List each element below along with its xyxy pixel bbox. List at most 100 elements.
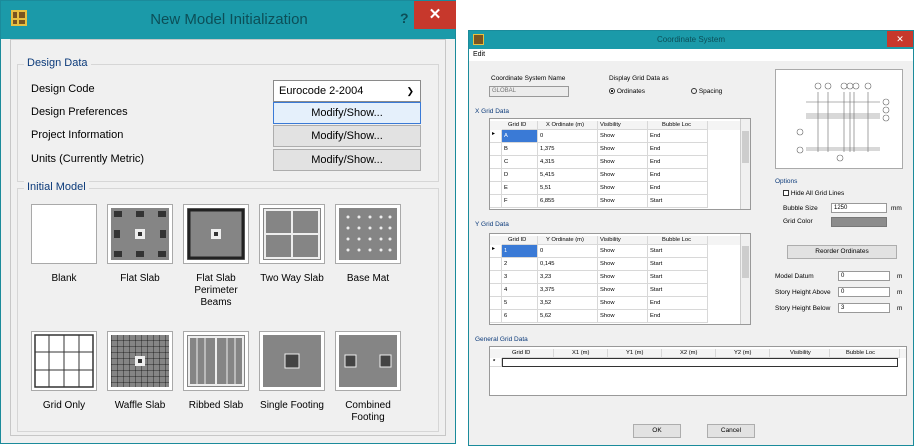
table-cell[interactable]: 3 xyxy=(502,271,538,284)
table-row[interactable]: 2 0,145 Show Start xyxy=(490,258,750,271)
table-cell[interactable]: C xyxy=(502,156,538,169)
single-footing-tile[interactable] xyxy=(259,331,325,391)
table-row[interactable]: 6 5,62 Show End xyxy=(490,310,750,323)
story-height-below-field[interactable]: 3 xyxy=(838,303,890,313)
table-cell[interactable]: Show xyxy=(598,182,648,195)
table-cell[interactable]: E xyxy=(502,182,538,195)
table-cell[interactable]: Start xyxy=(648,195,708,208)
flat-slab-perimeter-beams-tile[interactable] xyxy=(183,204,249,264)
table-cell[interactable]: Show xyxy=(598,258,648,271)
scroll-thumb[interactable] xyxy=(742,131,749,163)
radio-spacing[interactable]: Spacing xyxy=(691,87,722,96)
x-grid-scrollbar[interactable] xyxy=(740,119,750,209)
table-cell[interactable]: 0 xyxy=(538,245,598,258)
table-cell[interactable]: Show xyxy=(598,271,648,284)
table-cell[interactable]: A xyxy=(502,130,538,143)
table-cell[interactable]: 5,51 xyxy=(538,182,598,195)
row-selector[interactable] xyxy=(490,156,502,169)
table-cell[interactable]: Start xyxy=(648,258,708,271)
table-cell[interactable]: 1,375 xyxy=(538,143,598,156)
row-selector[interactable] xyxy=(490,271,502,284)
table-cell[interactable]: Show xyxy=(598,169,648,182)
row-selector[interactable] xyxy=(490,195,502,208)
table-row[interactable]: ▸ 1 0 Show Start xyxy=(490,245,750,258)
table-row[interactable]: F 6,855 Show Start xyxy=(490,195,750,208)
row-selector[interactable] xyxy=(490,169,502,182)
title-bar[interactable]: New Model Initialization ? ✕ xyxy=(1,1,456,39)
model-datum-field[interactable]: 0 xyxy=(838,271,890,281)
radio-ordinates[interactable]: Ordinates xyxy=(609,87,645,96)
table-cell[interactable]: 4,315 xyxy=(538,156,598,169)
combined-footing-tile[interactable] xyxy=(335,331,401,391)
table-cell[interactable]: 5,62 xyxy=(538,310,598,323)
flat-slab-tile[interactable] xyxy=(107,204,173,264)
table-cell[interactable]: Show xyxy=(598,245,648,258)
table-cell[interactable]: End xyxy=(648,310,708,323)
ok-button[interactable]: OK xyxy=(633,424,681,438)
table-row[interactable]: C 4,315 Show End xyxy=(490,156,750,169)
table-cell[interactable]: 5,415 xyxy=(538,169,598,182)
help-icon[interactable]: ? xyxy=(400,10,409,26)
project-information-button[interactable]: Modify/Show... xyxy=(273,125,421,147)
table-cell[interactable]: 3,52 xyxy=(538,297,598,310)
table-cell[interactable]: 4 xyxy=(502,284,538,297)
reorder-ordinates-button[interactable]: Reorder Ordinates xyxy=(787,245,897,259)
scroll-thumb[interactable] xyxy=(742,246,749,278)
cancel-button[interactable]: Cancel xyxy=(707,424,755,438)
table-cell[interactable]: Start xyxy=(648,245,708,258)
table-cell[interactable]: Show xyxy=(598,143,648,156)
table-row[interactable]: 5 3,52 Show End xyxy=(490,297,750,310)
new-row[interactable]: * xyxy=(490,358,906,367)
row-selector[interactable]: ▸ xyxy=(490,130,502,143)
table-cell[interactable]: 0 xyxy=(538,130,598,143)
table-cell[interactable]: End xyxy=(648,130,708,143)
table-cell[interactable]: Show xyxy=(598,310,648,323)
table-cell[interactable]: 1 xyxy=(502,245,538,258)
two-way-slab-tile[interactable] xyxy=(259,204,325,264)
base-mat-tile[interactable] xyxy=(335,204,401,264)
cs-name-field[interactable]: GLOBAL xyxy=(489,86,569,97)
row-selector[interactable] xyxy=(490,143,502,156)
table-cell[interactable]: Show xyxy=(598,195,648,208)
grid-only-tile[interactable] xyxy=(31,331,97,391)
table-cell[interactable]: 6 xyxy=(502,310,538,323)
table-cell[interactable]: Show xyxy=(598,297,648,310)
table-cell[interactable]: Start xyxy=(648,284,708,297)
table-cell[interactable]: End xyxy=(648,169,708,182)
table-cell[interactable]: 3,375 xyxy=(538,284,598,297)
row-selector[interactable] xyxy=(490,284,502,297)
table-cell[interactable]: End xyxy=(648,156,708,169)
table-cell[interactable]: 5 xyxy=(502,297,538,310)
row-selector[interactable] xyxy=(490,297,502,310)
y-grid-table[interactable]: Grid ID Y Ordinate (m) Visibility Bubble… xyxy=(489,233,751,325)
table-cell[interactable]: Show xyxy=(598,130,648,143)
waffle-slab-tile[interactable] xyxy=(107,331,173,391)
blank-model-tile[interactable] xyxy=(31,204,97,264)
table-cell[interactable]: 0,145 xyxy=(538,258,598,271)
title-bar-2[interactable]: Coordinate System ✕ xyxy=(469,31,913,49)
table-cell[interactable]: D xyxy=(502,169,538,182)
table-cell[interactable]: Start xyxy=(648,271,708,284)
new-row-input[interactable] xyxy=(502,358,898,367)
units-button[interactable]: Modify/Show... xyxy=(273,149,421,171)
table-row[interactable]: ▸ A 0 Show End xyxy=(490,130,750,143)
grid-color-swatch[interactable] xyxy=(831,217,887,227)
menu-edit[interactable]: Edit xyxy=(469,49,913,61)
general-grid-table[interactable]: Grid ID X1 (m) Y1 (m) X2 (m) Y2 (m) Visi… xyxy=(489,346,907,396)
table-row[interactable]: B 1,375 Show End xyxy=(490,143,750,156)
table-cell[interactable]: 2 xyxy=(502,258,538,271)
row-selector[interactable] xyxy=(490,182,502,195)
table-cell[interactable]: 6,855 xyxy=(538,195,598,208)
table-row[interactable]: 4 3,375 Show Start xyxy=(490,284,750,297)
hide-grid-checkbox[interactable]: Hide All Grid Lines xyxy=(783,189,844,198)
row-selector[interactable] xyxy=(490,258,502,271)
design-preferences-button[interactable]: Modify/Show... xyxy=(273,102,421,124)
bubble-size-field[interactable]: 1250 xyxy=(831,203,887,213)
table-cell[interactable]: End xyxy=(648,297,708,310)
table-cell[interactable]: B xyxy=(502,143,538,156)
table-row[interactable]: D 5,415 Show End xyxy=(490,169,750,182)
table-cell[interactable]: 3,23 xyxy=(538,271,598,284)
design-code-dropdown[interactable]: Eurocode 2-2004 ❯ xyxy=(273,80,421,102)
table-row[interactable]: 3 3,23 Show Start xyxy=(490,271,750,284)
row-selector[interactable] xyxy=(490,310,502,323)
